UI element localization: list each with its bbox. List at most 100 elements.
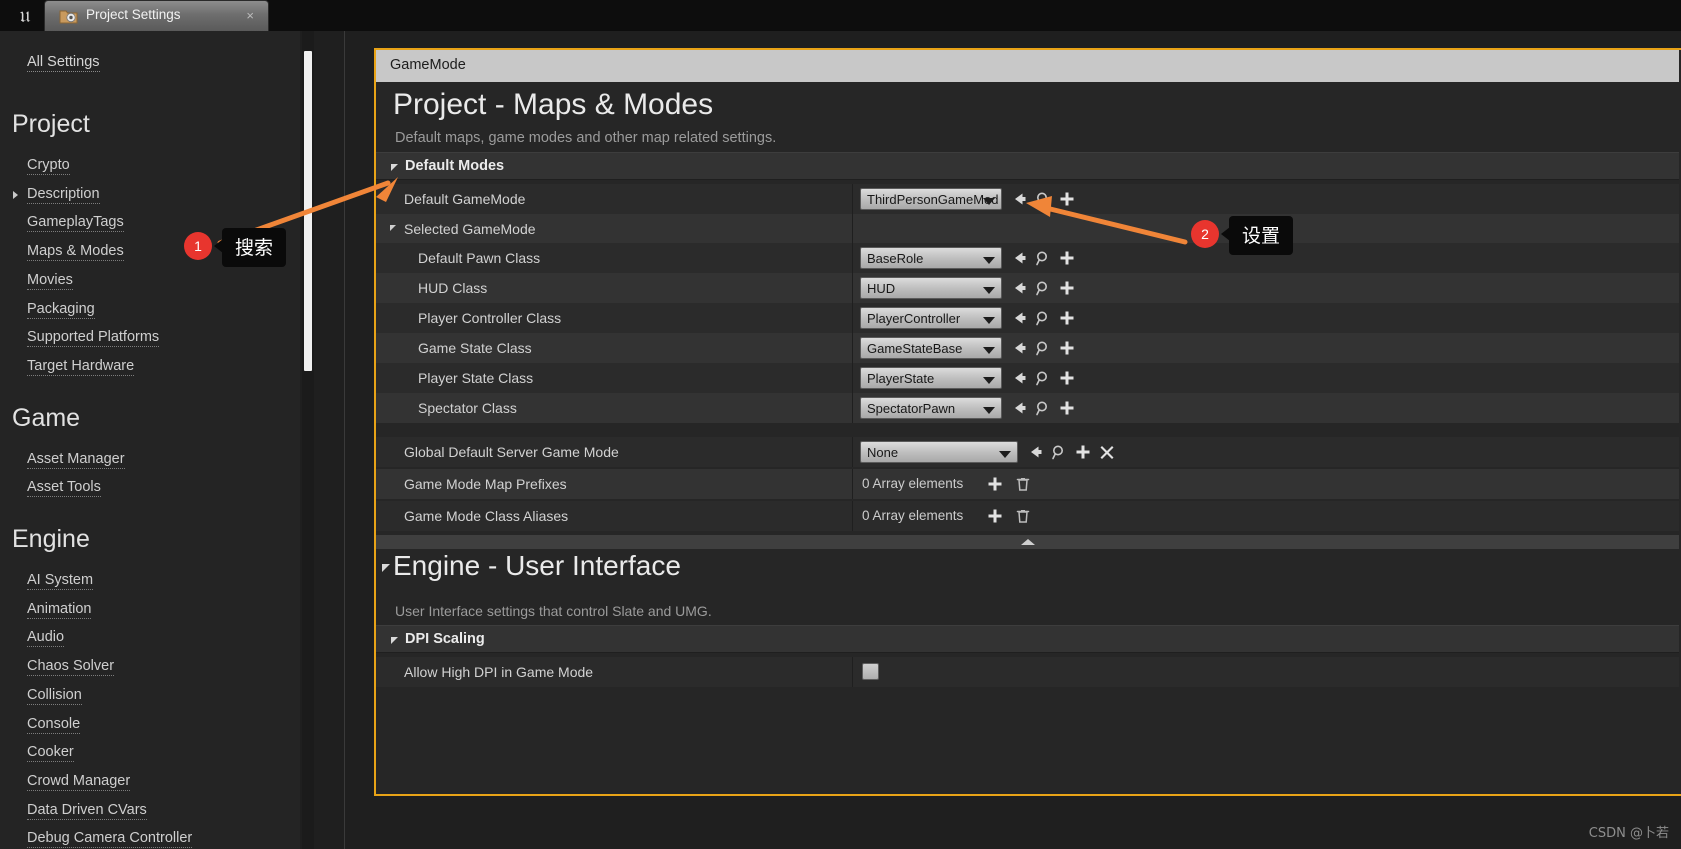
combo-global-default-server-game-mode[interactable]: None xyxy=(860,441,1018,463)
browse-magnifier-icon[interactable] xyxy=(1034,309,1052,327)
reset-arrow-icon[interactable] xyxy=(1010,339,1028,357)
chevron-down-icon xyxy=(983,287,995,294)
new-asset-plus-icon[interactable] xyxy=(1058,339,1076,357)
reset-arrow-icon[interactable] xyxy=(1010,309,1028,327)
section-header-label: Default Modes xyxy=(405,158,505,174)
sidebar-item-console[interactable]: Console xyxy=(27,716,81,734)
sidebar-item-gameplaytags[interactable]: GameplayTags xyxy=(27,214,124,233)
reset-arrow-icon[interactable] xyxy=(1010,399,1028,417)
browse-magnifier-icon[interactable] xyxy=(1034,369,1052,387)
add-element-plus-icon[interactable] xyxy=(986,507,1004,525)
sidebar-item-asset-manager[interactable]: Asset Manager xyxy=(27,451,125,469)
annotation-badge-1: 1 xyxy=(184,232,212,260)
property-row: HUD Class HUD xyxy=(376,273,1679,303)
sidebar-divider xyxy=(344,31,345,849)
sidebar-item-packaging[interactable]: Packaging xyxy=(27,301,95,319)
combo-game-state-class[interactable]: GameStateBase xyxy=(860,337,1002,359)
property-label: Game Mode Map Prefixes xyxy=(404,476,567,492)
add-element-plus-icon[interactable] xyxy=(986,475,1004,493)
page-title: Project - Maps & Modes xyxy=(393,88,714,121)
reset-arrow-icon[interactable] xyxy=(1010,369,1028,387)
sidebar-item-data-driven-cvars[interactable]: Data Driven CVars xyxy=(27,802,147,820)
browse-magnifier-icon[interactable] xyxy=(1034,190,1052,208)
chevron-down-icon xyxy=(999,451,1011,458)
chevron-down-icon xyxy=(983,407,995,414)
sidebar-item-description[interactable]: Description xyxy=(27,186,100,204)
chevron-down-icon xyxy=(983,377,995,384)
sidebar-item-supported-platforms[interactable]: Supported Platforms xyxy=(27,329,160,348)
delete-trash-icon[interactable] xyxy=(1014,475,1032,493)
property-row: Allow High DPI in Game Mode xyxy=(376,657,1679,687)
sidebar-item-collision[interactable]: Collision xyxy=(27,687,82,705)
new-asset-plus-icon[interactable] xyxy=(1058,279,1076,297)
sidebar-item-all-settings[interactable]: All Settings xyxy=(27,54,100,72)
reset-arrow-icon[interactable] xyxy=(1010,190,1028,208)
browse-magnifier-icon[interactable] xyxy=(1034,249,1052,267)
column-divider xyxy=(852,214,853,244)
new-asset-plus-icon[interactable] xyxy=(1058,369,1076,387)
browse-magnifier-icon[interactable] xyxy=(1034,279,1052,297)
column-divider xyxy=(852,333,853,363)
checkbox-allow-high-dpi-in-game-mode[interactable] xyxy=(862,663,879,680)
annotation-tooltip-1: 搜索 xyxy=(222,228,287,267)
combo-default-gamemode[interactable]: ThirdPersonGameMod xyxy=(860,188,1002,210)
property-label: Allow High DPI in Game Mode xyxy=(404,664,594,680)
reset-arrow-icon[interactable] xyxy=(1010,249,1028,267)
sidebar-item-cooker[interactable]: Cooker xyxy=(27,744,74,763)
combo-player-state-class[interactable]: PlayerState xyxy=(860,367,1002,389)
delete-trash-icon[interactable] xyxy=(1014,507,1032,525)
combo-value: PlayerController xyxy=(867,311,961,326)
chevron-down-icon xyxy=(983,198,995,205)
sidebar-item-asset-tools[interactable]: Asset Tools xyxy=(27,479,101,498)
new-asset-plus-icon[interactable] xyxy=(1074,443,1092,461)
reset-arrow-icon[interactable] xyxy=(1010,279,1028,297)
sidebar-item-debug-camera-controller[interactable]: Debug Camera Controller xyxy=(27,830,193,849)
combo-hud-class[interactable]: HUD xyxy=(860,277,1002,299)
section-collapse-strip[interactable] xyxy=(376,535,1679,549)
browse-magnifier-icon[interactable] xyxy=(1050,443,1068,461)
combo-value: GameStateBase xyxy=(867,341,963,356)
combo-player-controller-class[interactable]: PlayerController xyxy=(860,307,1002,329)
triangle-down-icon[interactable] xyxy=(390,225,396,231)
browse-magnifier-icon[interactable] xyxy=(1034,399,1052,417)
watermark: CSDN @卜若 xyxy=(1588,826,1669,841)
new-asset-plus-icon[interactable] xyxy=(1058,399,1076,417)
sidebar-item-crypto[interactable]: Crypto xyxy=(27,157,70,175)
combo-spectator-class[interactable]: SpectatorPawn xyxy=(860,397,1002,419)
sidebar-item-maps-modes[interactable]: Maps & Modes xyxy=(27,243,124,262)
tab-project-settings[interactable]: Project Settings × xyxy=(44,0,269,31)
sidebar-item-chaos-solver[interactable]: Chaos Solver xyxy=(27,658,115,677)
close-icon[interactable]: × xyxy=(246,9,254,23)
sidebar-item-animation[interactable]: Animation xyxy=(27,601,92,619)
chevron-down-icon xyxy=(983,257,995,264)
browse-magnifier-icon[interactable] xyxy=(1034,339,1052,357)
sidebar-item-ai-system[interactable]: AI System xyxy=(27,572,94,590)
column-divider xyxy=(852,657,853,687)
clear-x-icon[interactable] xyxy=(1098,443,1116,461)
sidebar-scrollbar-thumb[interactable] xyxy=(304,51,312,371)
property-row: Selected GameMode xyxy=(376,214,1679,244)
engine-section-subtitle: User Interface settings that control Sla… xyxy=(395,603,712,619)
combo-default-pawn-class[interactable]: BaseRole xyxy=(860,247,1002,269)
new-asset-plus-icon[interactable] xyxy=(1058,190,1076,208)
property-row: Player State Class PlayerState xyxy=(376,363,1679,393)
section-header-default-modes[interactable]: Default Modes xyxy=(376,152,1679,180)
title-bar: 𝔲 Project Settings × xyxy=(0,0,1681,31)
sidebar-item-target-hardware[interactable]: Target Hardware xyxy=(27,358,135,376)
chevron-right-icon[interactable] xyxy=(13,190,18,199)
column-divider xyxy=(852,243,853,273)
sidebar-item-crowd-manager[interactable]: Crowd Manager xyxy=(27,773,131,791)
annotation-badge-2: 2 xyxy=(1191,220,1219,248)
sidebar-item-audio[interactable]: Audio xyxy=(27,629,65,648)
property-label: Game State Class xyxy=(418,340,532,356)
reset-arrow-icon[interactable] xyxy=(1026,443,1044,461)
unreal-engine-logo-icon: 𝔲 xyxy=(19,3,31,28)
property-label: HUD Class xyxy=(418,280,488,296)
section-header-dpi-scaling[interactable]: DPI Scaling xyxy=(376,625,1679,653)
triangle-down-icon[interactable] xyxy=(382,564,390,572)
new-asset-plus-icon[interactable] xyxy=(1058,309,1076,327)
sidebar-group-heading-game: Game xyxy=(12,403,81,432)
sidebar-item-movies[interactable]: Movies xyxy=(27,272,73,290)
breadcrumb[interactable]: GameMode xyxy=(390,57,466,73)
new-asset-plus-icon[interactable] xyxy=(1058,249,1076,267)
